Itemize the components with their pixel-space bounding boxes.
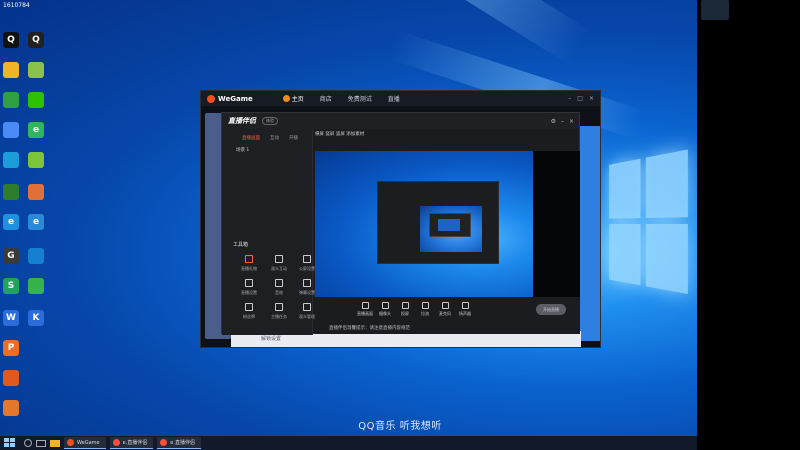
minimize-icon[interactable]: – (568, 95, 571, 102)
settings-icon[interactable]: ⚙ (551, 118, 556, 125)
explorer-icon[interactable] (50, 439, 60, 447)
tab-interact[interactable]: 互动 (270, 135, 279, 141)
live-tag: 体验 (262, 117, 278, 125)
tab-start[interactable]: 开播 (289, 135, 298, 141)
nav-test[interactable]: 免费测试 (348, 94, 372, 103)
live-titlebar: 直播伴侣 体验 ⚙ – × (222, 113, 579, 129)
wegame-titlebar: WeGame 主页 商店 免费测试 直播 – □ × (201, 91, 600, 106)
folder-icon[interactable] (1, 62, 21, 78)
scene-button[interactable]: 直播画面 (355, 302, 375, 317)
desktop-corner-label: 1610784 (3, 2, 30, 9)
taskbar-app-live-1[interactable]: e.直播伴侣 (109, 437, 154, 449)
desktop-background: 1610784 Q e G S W P Q e e K WeGame 主页 商店… (0, 0, 697, 436)
camera-button[interactable]: 摄像头 (375, 302, 395, 317)
mic-button[interactable]: 麦克风 (435, 302, 455, 317)
live-notice: 直播伴侣温馨提示：请注意直播内容规范 (315, 322, 580, 334)
taskview-icon[interactable] (36, 439, 46, 447)
taskbar: WeGame e.直播伴侣 e.直播伴侣 (0, 436, 697, 450)
tool-audience[interactable]: 观众互动 (264, 255, 294, 272)
wegame-window-controls: – □ × (568, 95, 594, 102)
close-icon[interactable]: × (589, 95, 594, 102)
nested-core (438, 219, 460, 231)
nav-live[interactable]: 直播 (388, 94, 400, 103)
app-icon-green[interactable] (1, 92, 21, 108)
o-app-icon[interactable] (1, 370, 21, 386)
tool-sound[interactable]: 音效 (264, 279, 294, 296)
black-margin (697, 0, 800, 450)
live-bottom-controls: 直播画面 摄像头 投屏 拉流 麦克风 扬声器 开始直播 (315, 297, 580, 322)
s-app-icon[interactable]: S (1, 278, 21, 294)
wegame-logo: WeGame (207, 94, 253, 103)
nav-store[interactable]: 商店 (320, 94, 332, 103)
tab-scene[interactable]: 直播画面 (242, 135, 260, 141)
nvidia-icon[interactable] (1, 184, 21, 200)
taskbar-app-live-2[interactable]: e.直播伴侣 (157, 437, 201, 449)
cast-button[interactable]: 投屏 (395, 302, 415, 317)
edge-blue-icon[interactable] (26, 248, 46, 264)
x-app-icon[interactable] (1, 400, 21, 416)
toolbox-title: 工具箱 (233, 242, 249, 248)
app-icon-yellowgreen[interactable] (26, 62, 46, 78)
live-app-title: 直播伴侣 (228, 117, 256, 125)
corner-app-icon[interactable] (701, 0, 729, 20)
qq-penguin-icon[interactable]: Q (26, 32, 46, 48)
k-app-icon[interactable]: K (26, 310, 46, 326)
app-icon-mixed[interactable] (26, 184, 46, 200)
wegame-right-panel (580, 126, 600, 341)
speaker-button[interactable]: 扬声器 (455, 302, 475, 317)
app-icon-lime[interactable] (26, 152, 46, 168)
gear-app-icon[interactable]: G (1, 248, 21, 264)
stream-button[interactable]: 拉流 (415, 302, 435, 317)
ie-icon[interactable]: e (26, 214, 46, 230)
wechat-icon[interactable] (26, 92, 46, 108)
w-app-icon[interactable]: W (1, 310, 21, 326)
live-preview-side (533, 151, 580, 297)
iqiyi-icon[interactable] (26, 278, 46, 294)
tool-fans[interactable]: 粉丝牌 (234, 303, 264, 320)
live-top-toolbar[interactable]: 横屏 竖屏 竖屏 添加素材 (315, 131, 565, 147)
start-icon[interactable] (4, 438, 16, 448)
tool-gift[interactable]: 直播礼物 (234, 255, 264, 272)
nested-preview-window (377, 181, 499, 264)
scene-item[interactable]: 场景 1 (222, 141, 312, 153)
wegame-nav: 主页 商店 免费测试 直播 (283, 94, 416, 103)
close-icon[interactable]: × (569, 118, 574, 125)
music-subtitle: QQ音乐 听我想听 (358, 421, 442, 432)
edge-icon[interactable]: e (1, 214, 21, 230)
live-sidebar: 直播画面 互动 开播 场景 1 工具箱 直播礼物 观众互动 公屏设置 直播设置 … (222, 129, 315, 335)
app-icon-cyan[interactable] (1, 152, 21, 168)
tool-task[interactable]: 主播任务 (264, 303, 294, 320)
qq-icon[interactable]: Q (1, 32, 21, 48)
bottom-hint: 解锁设置 (261, 336, 282, 342)
browser-icon-green[interactable]: e (26, 122, 46, 138)
nav-home[interactable]: 主页 (283, 94, 304, 103)
live-window-controls: ⚙ – × (551, 118, 574, 125)
p-app-icon[interactable]: P (1, 340, 21, 356)
tool-settings[interactable]: 直播设置 (234, 279, 264, 296)
live-tabs: 直播画面 互动 开播 (222, 129, 312, 141)
windows-logo-glow (609, 149, 688, 298)
minimize-icon[interactable]: – (561, 118, 564, 125)
taskbar-app-wegame[interactable]: WeGame (64, 437, 106, 449)
doc-icon[interactable] (1, 122, 21, 138)
start-live-button[interactable]: 开始直播 (536, 304, 566, 315)
maximize-icon[interactable]: □ (577, 95, 583, 102)
search-icon[interactable] (24, 439, 32, 447)
